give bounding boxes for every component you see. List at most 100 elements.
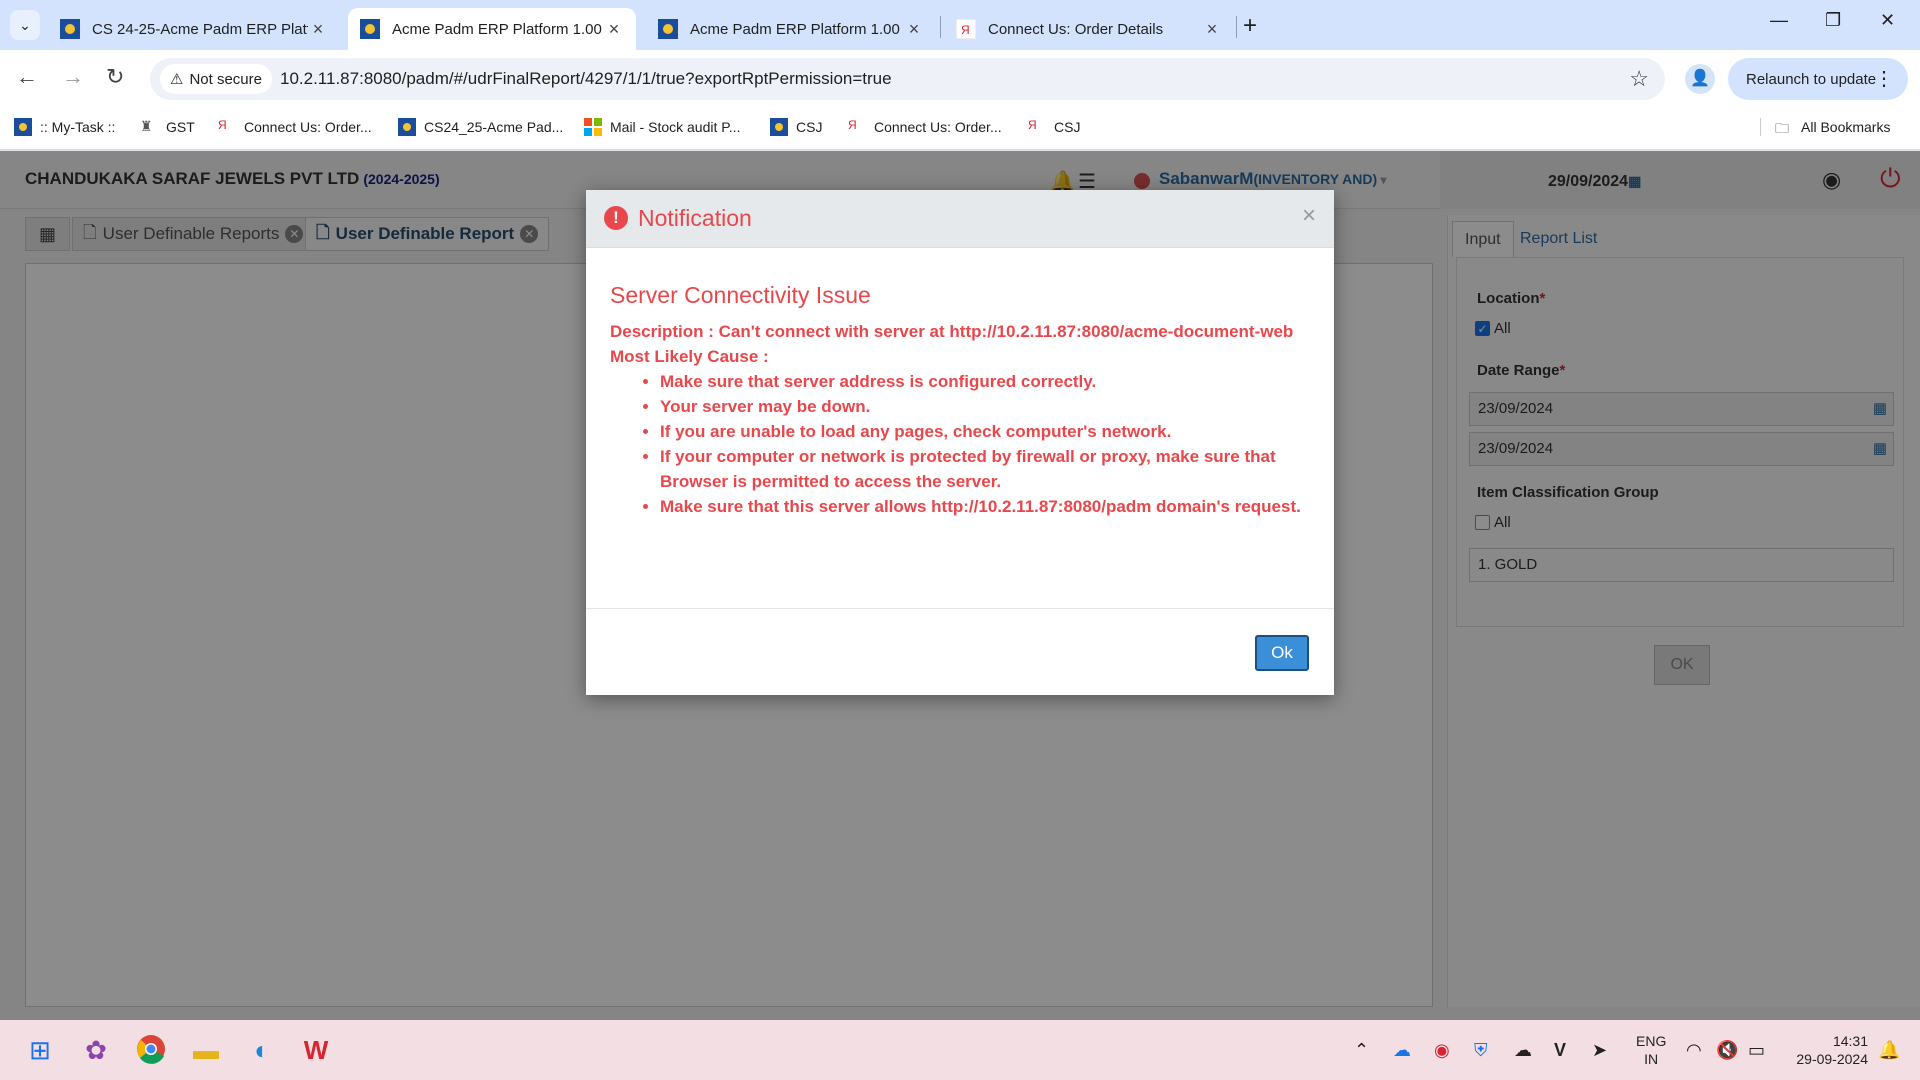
tab-separator — [940, 16, 941, 38]
folder-icon: 🗀 — [1775, 120, 1789, 136]
bookmark-item[interactable]: CSJ — [770, 118, 822, 136]
tab-title: CS 24-25-Acme Padm ERP Platf — [92, 20, 308, 38]
close-window-icon[interactable]: ✕ — [1880, 10, 1895, 31]
cause-list: Make sure that server address is configu… — [660, 369, 1310, 519]
list-item: Your server may be down. — [660, 394, 1310, 419]
order-favicon-icon: Я — [1028, 118, 1037, 132]
erp-favicon-icon — [14, 118, 32, 136]
relaunch-label: Relaunch to update — [1746, 70, 1877, 88]
tab-search-button[interactable]: ⌄ — [10, 10, 40, 40]
battery-icon[interactable]: ▭ — [1748, 1040, 1765, 1061]
order-favicon-icon: Я — [956, 19, 976, 39]
bookmark-item[interactable]: Я Connect Us: Order... — [218, 118, 372, 136]
tally-icon[interactable]: V — [1554, 1040, 1566, 1061]
browser-tab-1[interactable]: CS 24-25-Acme Padm ERP Platf × — [48, 8, 340, 50]
volume-muted-icon[interactable]: 🔇 — [1716, 1040, 1738, 1061]
wps-office-icon[interactable]: W — [300, 1034, 332, 1066]
tab-title: Connect Us: Order Details — [988, 20, 1164, 38]
list-item: If your computer or network is protected… — [660, 444, 1310, 494]
close-tab-icon[interactable]: × — [1202, 19, 1222, 40]
bookmark-item[interactable]: :: My-Task :: — [14, 118, 115, 136]
onedrive-icon[interactable]: ☁ — [1393, 1040, 1411, 1061]
new-tab-button[interactable]: + — [1243, 12, 1257, 40]
system-clock[interactable]: 14:31 29-09-2024 — [1788, 1032, 1868, 1068]
cloud-off-icon[interactable]: ☁ — [1514, 1040, 1532, 1061]
record-icon[interactable]: ◉ — [1434, 1040, 1450, 1061]
forward-icon[interactable]: → — [62, 64, 84, 90]
close-tab-icon[interactable]: × — [604, 19, 624, 40]
relaunch-button[interactable]: Relaunch to update ⋮ — [1728, 58, 1908, 100]
tab-title: Acme Padm ERP Platform 1.00 — [690, 20, 900, 38]
all-bookmarks-label: All Bookmarks — [1801, 119, 1891, 135]
list-item: If you are unable to load any pages, che… — [660, 419, 1310, 444]
browser-tab-4[interactable]: Я Connect Us: Order Details × — [944, 8, 1234, 50]
address-bar[interactable]: ⚠ Not secure 10.2.11.87:8080/padm/#/udrF… — [150, 58, 1665, 100]
close-dialog-icon[interactable]: × — [1302, 202, 1316, 230]
bookmark-label: Connect Us: Order... — [874, 119, 1002, 135]
defender-icon[interactable]: ⛨ — [1474, 1040, 1488, 1061]
erp-favicon-icon — [398, 118, 416, 136]
cause-label: Most Likely Cause : — [610, 347, 769, 366]
windows-start-icon[interactable]: ⊞ — [24, 1034, 56, 1066]
windows-taskbar: ⊞ ✿ ▬ ◐ W ⌃ ☁ ◉ ⛨ ☁ V ➤ ENG IN ◠ 🔇 ▭ 14:… — [0, 1020, 1920, 1080]
clock-date: 29-09-2024 — [1796, 1051, 1868, 1067]
not-secure-chip[interactable]: ⚠ Not secure — [160, 64, 272, 94]
bookmark-item[interactable]: CS24_25-Acme Pad... — [398, 118, 563, 136]
notifications-bell-icon[interactable]: 🔔 — [1878, 1040, 1900, 1061]
browser-tab-3[interactable]: Acme Padm ERP Platform 1.00 × — [646, 8, 936, 50]
show-hidden-icons[interactable]: ⌃ — [1354, 1040, 1369, 1061]
order-favicon-icon: Я — [848, 118, 857, 132]
bookmark-label: Connect Us: Order... — [244, 119, 372, 135]
erp-favicon-icon — [658, 19, 678, 39]
reload-icon[interactable]: ↻ — [106, 64, 124, 90]
language-code: ENG — [1636, 1033, 1667, 1049]
not-secure-label: Not secure — [189, 70, 262, 88]
language-indicator[interactable]: ENG IN — [1636, 1032, 1666, 1068]
dialog-divider — [586, 608, 1334, 609]
gst-emblem-icon: ♜ — [140, 118, 153, 134]
restore-icon[interactable]: ❐ — [1825, 10, 1841, 31]
back-icon[interactable]: ← — [16, 64, 38, 90]
chrome-icon[interactable] — [135, 1034, 167, 1066]
erp-favicon-icon — [360, 19, 380, 39]
more-menu-icon[interactable]: ⋮ — [1874, 66, 1894, 91]
bookmark-label: Mail - Stock audit P... — [610, 119, 741, 135]
notification-dialog: ! Notification × Server Connectivity Iss… — [586, 190, 1334, 695]
bookmark-label: GST — [166, 119, 195, 135]
browser-toolbar: ← → ↻ ⚠ Not secure 10.2.11.87:8080/padm/… — [0, 50, 1920, 108]
url-text[interactable]: 10.2.11.87:8080/padm/#/udrFinalReport/42… — [280, 69, 892, 89]
minimize-icon[interactable]: — — [1770, 10, 1788, 31]
dialog-header: ! Notification × — [586, 190, 1334, 248]
edge-icon[interactable]: ◐ — [246, 1034, 278, 1066]
list-item: Make sure that this server allows http:/… — [660, 494, 1310, 519]
profile-icon[interactable]: 👤 — [1685, 64, 1715, 94]
copilot-icon[interactable]: ✿ — [80, 1034, 112, 1066]
all-bookmarks-button[interactable]: 🗀 All Bookmarks — [1760, 118, 1890, 136]
browser-tab-2[interactable]: Acme Padm ERP Platform 1.00 × — [348, 8, 636, 50]
erp-favicon-icon — [60, 19, 80, 39]
ok-button[interactable]: Ok — [1255, 635, 1309, 671]
bookmark-label: CS24_25-Acme Pad... — [424, 119, 564, 135]
bookmark-item[interactable]: ♜ GST — [140, 118, 195, 136]
clock-time: 14:31 — [1832, 1033, 1868, 1049]
region-code: IN — [1644, 1051, 1659, 1067]
file-explorer-icon[interactable]: ▬ — [190, 1034, 222, 1066]
bookmark-item[interactable]: Mail - Stock audit P... — [584, 118, 740, 136]
bookmarks-bar: :: My-Task :: ♜ GST Я Connect Us: Order...… — [0, 108, 1920, 150]
order-favicon-icon: Я — [218, 118, 227, 132]
warning-icon: ⚠ — [170, 71, 184, 88]
close-tab-icon[interactable]: × — [904, 19, 924, 40]
tab-separator — [1236, 16, 1237, 38]
bookmark-star-icon[interactable]: ☆ — [1629, 66, 1649, 92]
erp-favicon-icon — [770, 118, 788, 136]
microsoft-logo-icon — [584, 118, 602, 136]
bookmark-item[interactable]: Я CSJ — [1028, 118, 1080, 136]
close-tab-icon[interactable]: × — [308, 19, 328, 40]
location-arrow-icon[interactable]: ➤ — [1592, 1040, 1607, 1061]
error-alert-icon: ! — [604, 206, 628, 230]
dialog-body: Server Connectivity Issue Description : … — [610, 282, 1310, 519]
wifi-icon[interactable]: ◠ — [1686, 1040, 1702, 1061]
bookmark-label: :: My-Task :: — [40, 119, 116, 135]
list-item: Make sure that server address is configu… — [660, 369, 1310, 394]
bookmark-item[interactable]: Я Connect Us: Order... — [848, 118, 1002, 136]
